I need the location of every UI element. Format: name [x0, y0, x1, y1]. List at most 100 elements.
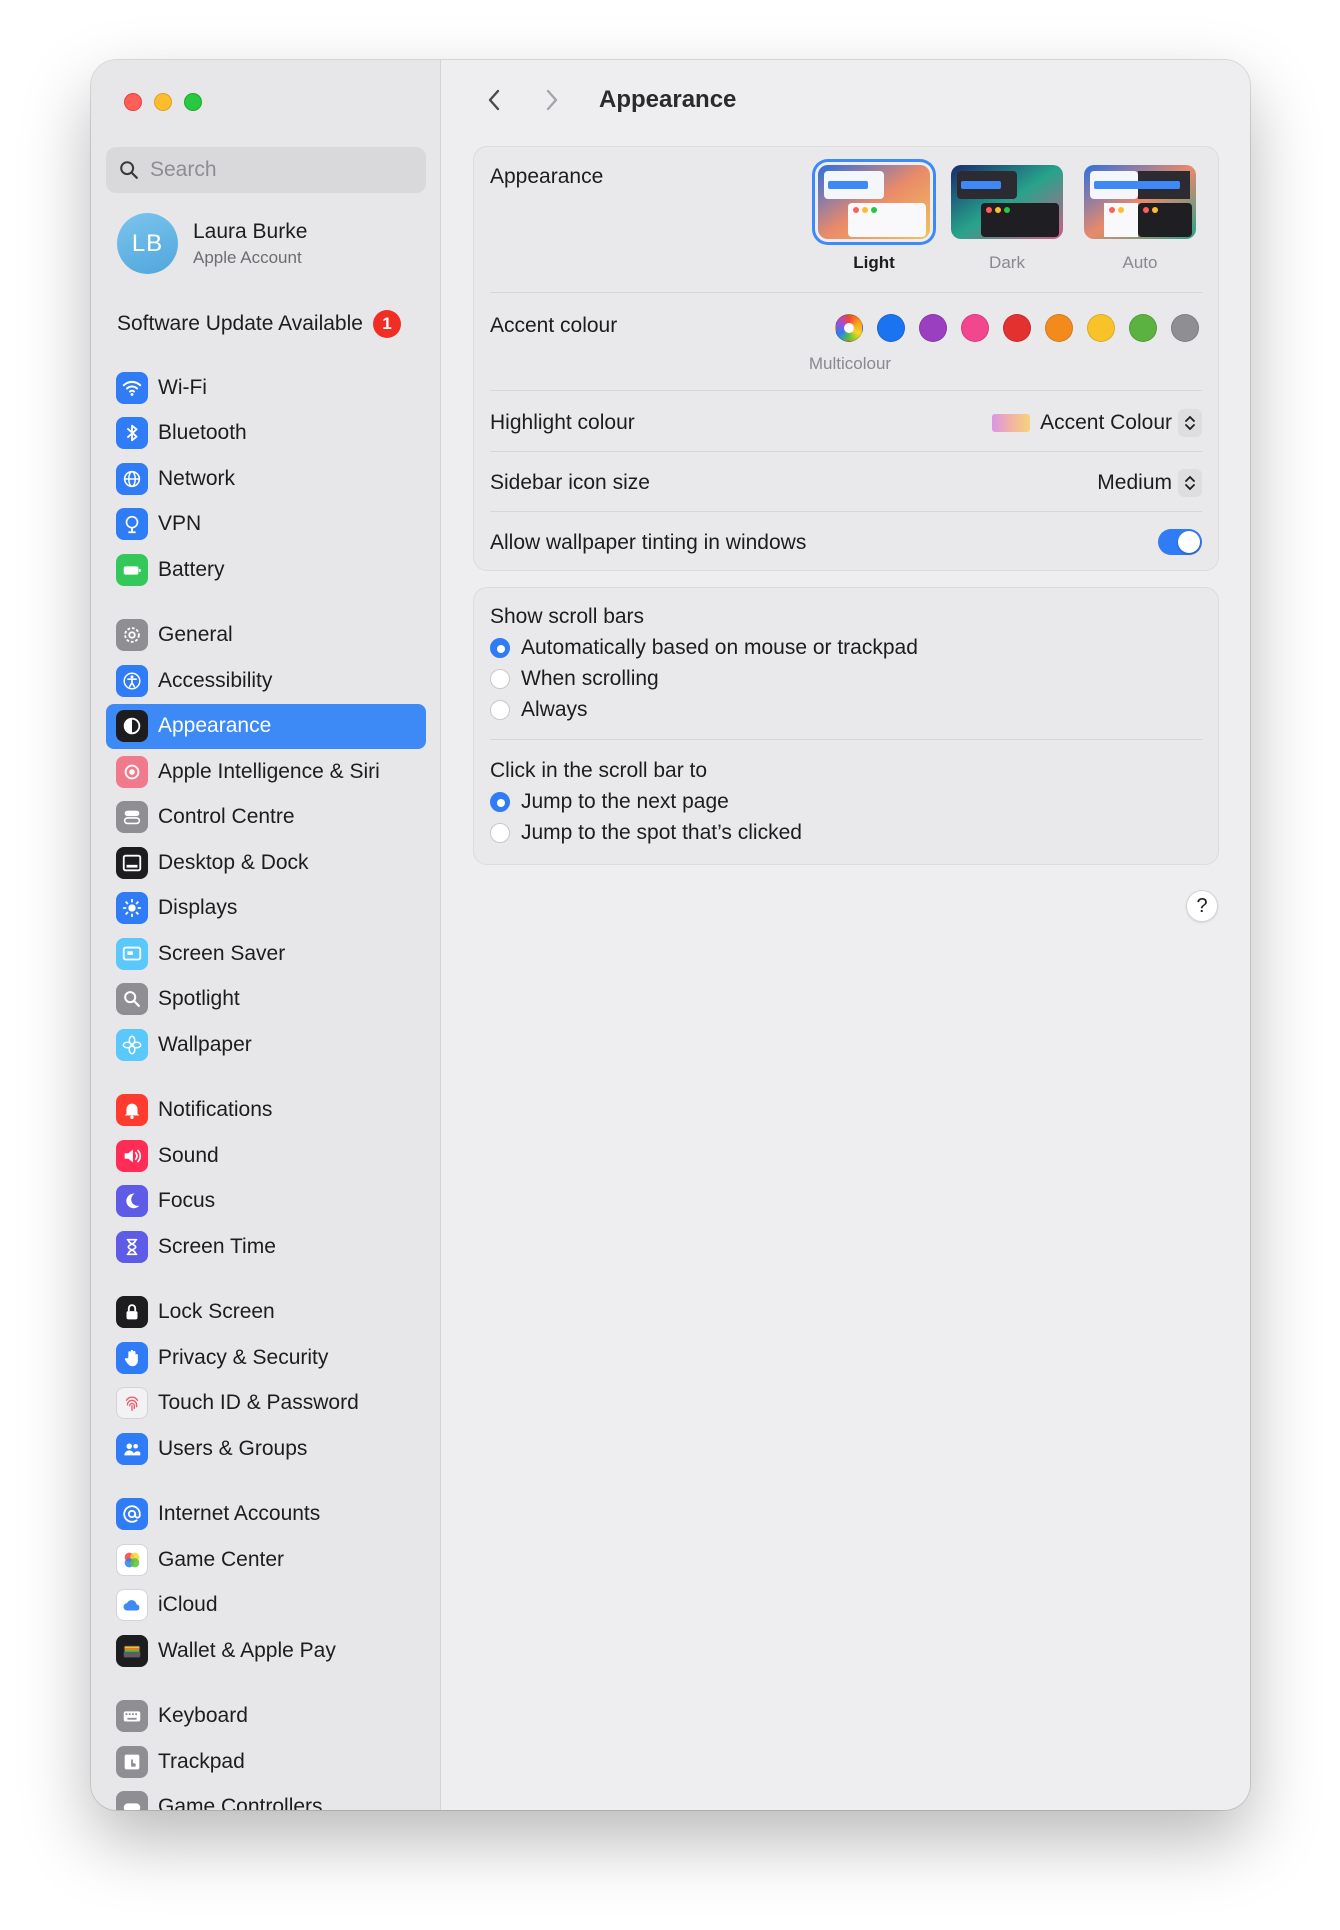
sidebar-item-vpn[interactable]: VPN: [106, 502, 426, 548]
help-button[interactable]: ?: [1186, 890, 1218, 922]
sidebar-group: Internet Accounts Game Center iCloud Wallet…: [106, 1492, 426, 1674]
appearance-dark-option[interactable]: Dark: [951, 165, 1063, 273]
sidebar-item-label: Touch ID & Password: [158, 1391, 359, 1415]
appearance-auto-option[interactable]: Auto: [1084, 165, 1196, 273]
highlight-colour-popup[interactable]: Accent Colour: [992, 409, 1202, 437]
accent-selected-label: Multicolour: [808, 354, 892, 373]
at-icon: [116, 1498, 148, 1531]
sidebar-item-screen-saver[interactable]: Screen Saver: [106, 931, 426, 977]
sidebar-group: Notifications Sound Focus Screen Time: [106, 1088, 426, 1270]
back-button[interactable]: [479, 85, 509, 115]
highlight-colour-label: Highlight colour: [490, 411, 635, 434]
keyboard-icon: [116, 1700, 148, 1733]
sidebar-item-lock-screen[interactable]: Lock Screen: [106, 1290, 426, 1336]
globe-icon: [116, 462, 148, 495]
update-count-badge: 1: [372, 310, 401, 338]
spotlight-icon: [116, 983, 148, 1016]
zoom-button[interactable]: [184, 93, 202, 111]
radio-label: Jump to the spot that’s clicked: [521, 821, 802, 844]
sidebar-item-wallpaper[interactable]: Wallpaper: [106, 1022, 426, 1068]
sidebar-item-game-center[interactable]: Game Center: [106, 1537, 426, 1583]
search-input[interactable]: [150, 158, 400, 182]
sidebar-item-label: Displays: [158, 896, 238, 920]
sidebar-item-label: VPN: [158, 512, 202, 536]
sidebar-item-battery[interactable]: Battery: [106, 547, 426, 593]
auto-label: Auto: [1122, 253, 1158, 272]
accent-colour-swatch[interactable]: [1129, 314, 1157, 342]
sidebar-item-internet-accounts[interactable]: Internet Accounts: [106, 1492, 426, 1538]
sidebar-item-wallet-apple-pay[interactable]: Wallet & Apple Pay: [106, 1628, 426, 1674]
forward-button[interactable]: [537, 85, 567, 115]
flower-icon: [116, 1028, 148, 1061]
sidebar-item-accessibility[interactable]: Accessibility: [106, 658, 426, 704]
appearance-light-option[interactable]: Light: [818, 165, 930, 273]
sidebar-item-label: Battery: [158, 557, 225, 581]
sidebar-item-bluetooth[interactable]: Bluetooth: [106, 411, 426, 457]
sidebar-item-wi-fi[interactable]: Wi-Fi: [106, 365, 426, 411]
sidebar-item-icloud[interactable]: iCloud: [106, 1583, 426, 1629]
sidebar-item-sound[interactable]: Sound: [106, 1133, 426, 1179]
accent-colour-swatch[interactable]: [835, 314, 863, 342]
sidebar-item-label: Bluetooth: [158, 421, 247, 445]
chevron-right-icon: [546, 89, 558, 111]
sidebar-group: Lock Screen Privacy & Security Touch ID & …: [106, 1290, 426, 1472]
sidebar-item-network[interactable]: Network: [106, 456, 426, 502]
sidebar-item-notifications[interactable]: Notifications: [106, 1088, 426, 1134]
dock-icon: [116, 846, 148, 879]
window-controls: [124, 93, 202, 111]
sidebar-item-privacy-security[interactable]: Privacy & Security: [106, 1335, 426, 1381]
wifi-icon: [116, 371, 148, 404]
accessibility-icon: [116, 664, 148, 697]
sidebar-item-apple-intelligence-siri[interactable]: Apple Intelligence & Siri: [106, 749, 426, 795]
accent-colour-swatch[interactable]: [1045, 314, 1073, 342]
sidebar-item-appearance[interactable]: Appearance: [106, 703, 426, 749]
search-field[interactable]: [106, 147, 426, 193]
close-button[interactable]: [124, 93, 142, 111]
accent-colour-swatch[interactable]: [1087, 314, 1115, 342]
dark-preview: [951, 165, 1063, 239]
sidebar-item-game-controllers[interactable]: Game Controllers: [106, 1785, 426, 1810]
sidebar-item-touch-id-password[interactable]: Touch ID & Password: [106, 1381, 426, 1427]
sidebar-item-label: Wallet & Apple Pay: [158, 1638, 336, 1662]
highlight-swatch: [992, 414, 1031, 432]
scroll-when-scrolling-radio[interactable]: When scrolling: [490, 667, 659, 691]
wallpaper-tinting-toggle[interactable]: [1158, 529, 1202, 555]
jump-next-page-radio[interactable]: Jump to the next page: [490, 790, 729, 814]
sidebar-icon-size-popup[interactable]: Medium: [1097, 469, 1202, 497]
accent-colour-swatch[interactable]: [961, 314, 989, 342]
page-title: Appearance: [599, 86, 737, 113]
sidebar-item-label: Control Centre: [158, 805, 295, 829]
up-down-chevron-icon: [1178, 469, 1202, 497]
accent-colour-swatch[interactable]: [877, 314, 905, 342]
sidebar-item-users-groups[interactable]: Users & Groups: [106, 1426, 426, 1472]
software-update-item[interactable]: Software Update Available 1: [117, 310, 417, 338]
sidebar-item-label: Desktop & Dock: [158, 850, 309, 874]
bluetooth-icon: [116, 417, 148, 450]
radio-circle: [490, 823, 510, 843]
jump-to-spot-radio[interactable]: Jump to the spot that’s clicked: [490, 821, 802, 845]
dark-label: Dark: [989, 253, 1025, 272]
scroll-auto-radio[interactable]: Automatically based on mouse or trackpad: [490, 636, 918, 660]
accent-colour-swatch[interactable]: [919, 314, 947, 342]
sidebar-item-focus[interactable]: Focus: [106, 1179, 426, 1225]
sidebar-item-desktop-dock[interactable]: Desktop & Dock: [106, 840, 426, 886]
sidebar-item-control-centre[interactable]: Control Centre: [106, 795, 426, 841]
sidebar-item-general[interactable]: General: [106, 613, 426, 659]
accent-colour-swatch[interactable]: [1171, 314, 1199, 342]
accent-colour-swatch[interactable]: [1003, 314, 1031, 342]
game-center-icon: [116, 1543, 148, 1576]
sidebar-item-label: Keyboard: [158, 1704, 248, 1728]
scroll-always-radio[interactable]: Always: [490, 698, 588, 722]
sidebar-item-trackpad[interactable]: Trackpad: [106, 1739, 426, 1785]
sidebar-icon-size-value: Medium: [1097, 471, 1172, 494]
apple-account[interactable]: LB Laura Burke Apple Account: [117, 213, 307, 274]
radio-circle: [490, 669, 510, 689]
accent-colour-picker: [835, 314, 1199, 342]
sidebar-item-screen-time[interactable]: Screen Time: [106, 1224, 426, 1270]
sidebar-item-displays[interactable]: Displays: [106, 886, 426, 932]
sidebar-item-keyboard[interactable]: Keyboard: [106, 1694, 426, 1740]
sidebar-item-spotlight[interactable]: Spotlight: [106, 977, 426, 1023]
sidebar-item-label: Lock Screen: [158, 1300, 275, 1324]
battery-icon: [116, 553, 148, 586]
minimize-button[interactable]: [154, 93, 172, 111]
